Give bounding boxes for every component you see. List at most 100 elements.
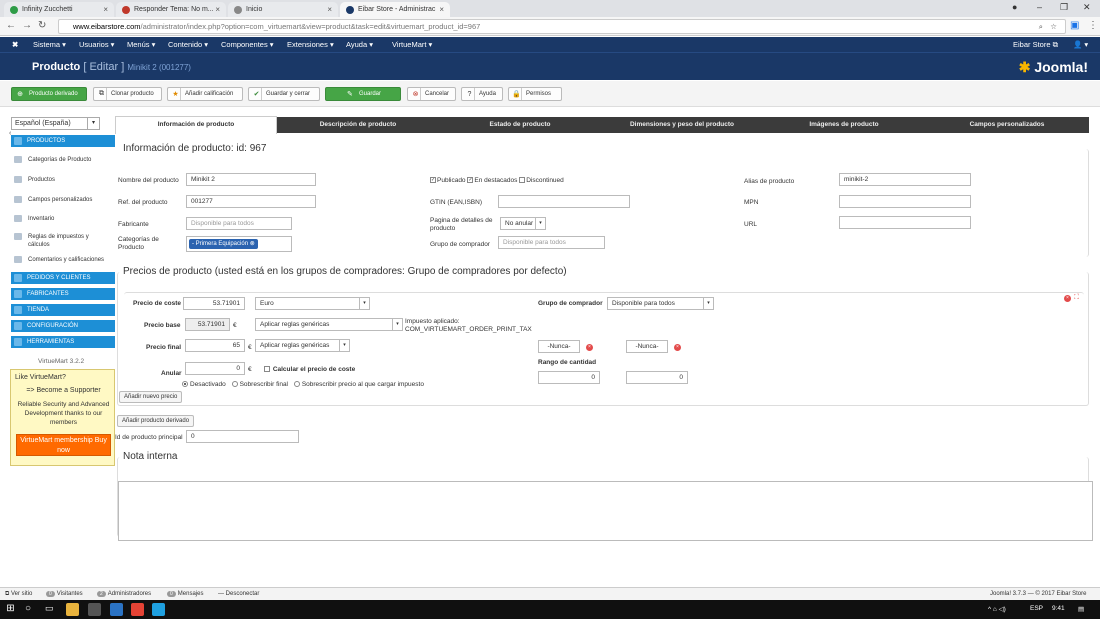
menu-componentes[interactable]: Componentes ▾ xyxy=(221,40,274,49)
featured-checkbox[interactable]: ✓ xyxy=(467,177,474,184)
sidebar-item-inventory[interactable]: Inventario xyxy=(11,215,115,223)
menu-sistema[interactable]: Sistema ▾ xyxy=(33,40,66,49)
search-icon[interactable]: ○ xyxy=(25,603,38,616)
categories-field[interactable]: - Primera Equipación ⊗ xyxy=(186,236,292,252)
derived-product-button[interactable]: ⊕ Producto derivado xyxy=(11,87,87,101)
close-icon[interactable]: × xyxy=(439,5,444,14)
permissions-button[interactable]: 🔒 Permisos xyxy=(508,87,562,101)
menu-menus[interactable]: Menús ▾ xyxy=(127,40,155,49)
shopper-group-select[interactable]: Disponible para todos xyxy=(498,236,605,249)
task-view-icon[interactable]: ▭ xyxy=(45,603,58,616)
url-input[interactable] xyxy=(839,216,971,229)
file-explorer-icon[interactable] xyxy=(66,603,79,616)
override-input[interactable]: 0 xyxy=(185,362,245,375)
clear-date-icon[interactable]: × xyxy=(674,344,681,351)
radio-override-final[interactable] xyxy=(231,381,238,388)
sidebar-section-products[interactable]: PRODUCTOS xyxy=(11,135,115,147)
user-menu[interactable]: 👤 ▾ xyxy=(1073,40,1088,49)
mpn-input[interactable] xyxy=(839,195,971,208)
sidebar-item-reviews[interactable]: Comentarios y calificaciones xyxy=(11,256,115,264)
tab-images[interactable]: Imágenes de producto xyxy=(763,117,925,133)
internal-notes-textarea[interactable] xyxy=(118,481,1093,541)
remove-tag-icon[interactable]: ⊗ xyxy=(250,241,255,247)
tab-description[interactable]: Descripción de producto xyxy=(277,117,439,133)
radio-override-pretax[interactable] xyxy=(293,381,300,388)
menu-extensiones[interactable]: Extensiones ▾ xyxy=(287,40,334,49)
user-icon[interactable]: ● xyxy=(1012,2,1017,12)
alias-input[interactable]: minikit-2 xyxy=(839,173,971,186)
menu-ayuda[interactable]: Ayuda ▾ xyxy=(346,40,373,49)
calc-cost-checkbox[interactable] xyxy=(264,366,270,373)
menu-usuarios[interactable]: Usuarios ▾ xyxy=(79,40,114,49)
menu-contenido[interactable]: Contenido ▾ xyxy=(168,40,208,49)
published-checkbox[interactable]: ✓ xyxy=(430,177,436,184)
parent-id-input[interactable]: 0 xyxy=(186,430,299,443)
tab-dimensions[interactable]: Dimensiones y peso del producto xyxy=(601,117,763,133)
skype-icon[interactable] xyxy=(152,603,165,616)
tab-status[interactable]: Estado de producto xyxy=(439,117,601,133)
browser-tab-3[interactable]: Inicio × xyxy=(228,2,338,17)
close-icon[interactable]: × xyxy=(215,5,220,14)
menu-virtuemart[interactable]: VirtueMart ▾ xyxy=(392,40,432,49)
discontinued-checkbox[interactable] xyxy=(519,177,526,184)
reload-icon[interactable]: ↻ xyxy=(38,20,46,31)
search-icon[interactable]: ⌕ xyxy=(1039,20,1043,33)
input-language[interactable]: ESP xyxy=(1030,605,1043,612)
currency-select[interactable]: Euro ▾ xyxy=(255,297,370,310)
windows-start-icon[interactable]: ⊞ xyxy=(4,603,17,616)
sidebar-section-config[interactable]: CONFIGURACIÓN xyxy=(11,320,115,332)
tab-custom-fields[interactable]: Campos personalizados xyxy=(925,117,1089,133)
save-close-button[interactable]: ✔ Guardar y cerrar xyxy=(248,87,320,101)
cost-price-input[interactable]: 53.71901 xyxy=(183,297,245,310)
browser-tab-1[interactable]: Infinity Zucchetti × xyxy=(4,2,114,17)
quantity-from-input[interactable]: 0 xyxy=(538,371,600,384)
app-icon[interactable] xyxy=(88,603,101,616)
language-select[interactable]: Español (España) ▾ xyxy=(11,117,100,130)
radio-disabled[interactable] xyxy=(182,381,188,388)
maximize-icon[interactable]: ❐ xyxy=(1060,2,1068,13)
supporter-link[interactable]: => Become a Supporter xyxy=(11,387,116,394)
outlook-icon[interactable] xyxy=(110,603,123,616)
forward-icon[interactable]: → xyxy=(22,20,32,31)
save-button[interactable]: ✎ Guardar xyxy=(325,87,401,101)
delete-price-icon[interactable]: × xyxy=(1064,295,1071,302)
sidebar-section-shop[interactable]: TIENDA xyxy=(11,304,115,316)
drag-handle-icon[interactable]: ⛶ xyxy=(1074,294,1079,302)
browser-tab-4[interactable]: Eibar Store - Administrac × xyxy=(340,2,450,17)
sidebar-section-manufacturers[interactable]: FABRICANTES xyxy=(11,288,115,300)
sku-input[interactable]: 001277 xyxy=(186,195,316,208)
cancel-button[interactable]: ⊗ Cancelar xyxy=(407,87,456,101)
sidebar-item-tax-rules[interactable]: Reglas de impuestos y cálculos xyxy=(11,233,111,249)
back-icon[interactable]: ← xyxy=(6,20,16,31)
sidebar-section-orders[interactable]: PEDIDOS Y CLIENTES xyxy=(11,272,115,284)
add-price-button[interactable]: Añadir nuevo precio xyxy=(119,391,183,403)
close-icon[interactable]: × xyxy=(103,5,108,14)
price-shopper-group-select[interactable]: Disponible para todos ▾ xyxy=(607,297,714,310)
product-name-input[interactable]: Minikit 2 xyxy=(186,173,316,186)
quantity-to-input[interactable]: 0 xyxy=(626,371,688,384)
rules-select-2[interactable]: Aplicar reglas genéricas ▾ xyxy=(255,339,350,352)
sidebar-section-tools[interactable]: HERRAMIENTAS xyxy=(11,336,115,348)
browser-tab-2[interactable]: Responder Tema: No m... × xyxy=(116,2,226,17)
end-date-input[interactable]: -Nunca- xyxy=(626,340,668,353)
final-price-input[interactable]: 65 xyxy=(185,339,245,352)
clone-product-button[interactable]: ⧉ Clonar producto xyxy=(93,87,162,101)
tray-icons[interactable]: ^ ⌂ ◁) xyxy=(988,605,1006,613)
add-rating-button[interactable]: ★ Añadir calificación xyxy=(167,87,243,101)
site-link[interactable]: Eibar Store ⧉ xyxy=(1013,40,1058,50)
manufacturer-select[interactable]: Disponible para todos xyxy=(186,217,292,230)
buy-membership-button[interactable]: VirtueMart membership Buy now xyxy=(16,434,111,456)
star-icon[interactable]: ☆ xyxy=(1050,20,1057,33)
sidebar-item-custom-fields[interactable]: Campos personalizados xyxy=(11,196,115,204)
joomla-icon[interactable]: ✖ xyxy=(12,40,18,49)
detail-page-select[interactable]: No anular ▾ xyxy=(500,217,546,230)
start-date-input[interactable]: -Nunca- xyxy=(538,340,580,353)
sidebar-item-categories[interactable]: Categorías de Producto xyxy=(11,156,115,164)
minimize-icon[interactable]: – xyxy=(1037,2,1042,12)
category-tag[interactable]: - Primera Equipación ⊗ xyxy=(189,239,258,249)
menu-icon[interactable]: ⋮ xyxy=(1088,20,1098,31)
window-close-icon[interactable]: ✕ xyxy=(1083,2,1091,13)
close-icon[interactable]: × xyxy=(327,5,332,14)
gtin-input[interactable] xyxy=(498,195,630,208)
rules-select-1[interactable]: Aplicar reglas genéricas ▾ xyxy=(255,318,403,331)
